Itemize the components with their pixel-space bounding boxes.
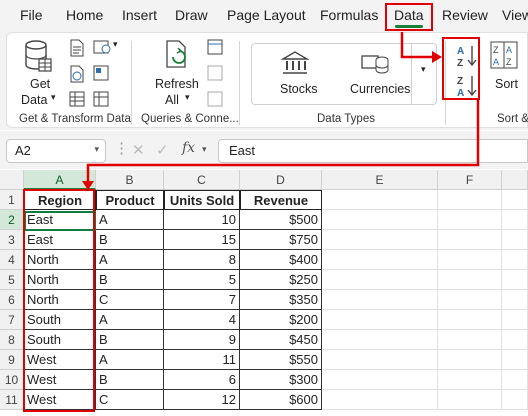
annotation-arrows	[82, 32, 480, 190]
